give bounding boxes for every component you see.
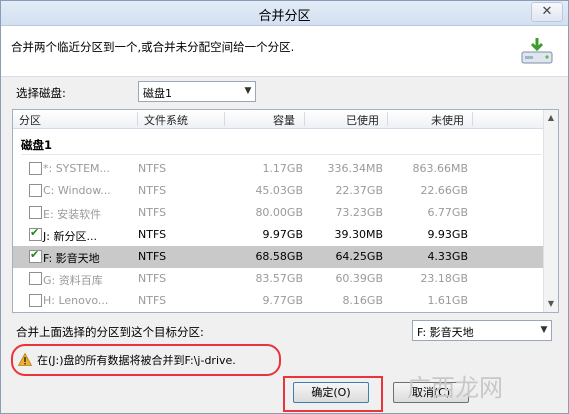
target-partition-value: F: 影音天地 <box>417 326 474 339</box>
ok-button[interactable]: 确定(O) <box>293 382 369 403</box>
warning-text: 在(J:)盘的所有数据将被合并到F:\j-drive. <box>37 354 236 367</box>
cell-capacity: 9.77GB <box>262 294 303 307</box>
window-title: 合并分区 <box>258 9 311 24</box>
cell-name: J: 新分区... <box>43 230 97 243</box>
row-checkbox[interactable] <box>29 206 42 219</box>
cell-used: 73.23GB <box>335 206 383 219</box>
table-header: 分区 文件系统 容量 已使用 未使用 <box>13 110 546 129</box>
cell-free: 9.93GB <box>427 228 468 241</box>
cell-used: 60.39GB <box>335 272 383 285</box>
cell-name: H: Lenovo... <box>43 294 109 307</box>
table-row[interactable]: C: Window... NTFS 45.03GB 22.37GB 22.66GB <box>13 180 546 202</box>
cell-free: 1.61GB <box>427 294 468 307</box>
cell-used: 22.37GB <box>335 184 383 197</box>
column-divider <box>137 112 138 126</box>
disk-select[interactable]: 磁盘1 ▼ <box>138 81 256 102</box>
cell-used: 39.30MB <box>334 228 383 241</box>
cell-fs: NTFS <box>138 228 167 241</box>
table-row[interactable]: E: 安装软件 NTFS 80.00GB 73.23GB 6.77GB <box>13 202 546 224</box>
cell-name: *: SYSTEM... <box>43 162 111 175</box>
warning-icon <box>18 353 32 366</box>
cell-name: E: 安装软件 <box>43 208 102 221</box>
cell-fs: NTFS <box>138 162 167 175</box>
cell-capacity: 9.97GB <box>262 228 303 241</box>
row-checkbox[interactable] <box>29 248 42 263</box>
vertical-scrollbar[interactable]: ▲ ▼ <box>543 110 558 312</box>
cell-name: C: Window... <box>43 184 111 197</box>
cell-used: 64.25GB <box>335 250 383 263</box>
target-partition-label: 合并上面选择的分区到这个目标分区: <box>16 325 204 339</box>
cell-fs: NTFS <box>138 206 167 219</box>
chevron-down-icon: ▼ <box>244 86 252 96</box>
cell-free: 4.33GB <box>427 250 468 263</box>
cell-capacity: 80.00GB <box>255 206 303 219</box>
description-text: 合并两个临近分区到一个,或合并未分配空间给一个分区. <box>11 40 295 54</box>
row-checkbox[interactable] <box>29 162 42 175</box>
cell-capacity: 45.03GB <box>255 184 303 197</box>
description-header: 合并两个临近分区到一个,或合并未分配空间给一个分区. <box>1 26 568 77</box>
table-row[interactable]: J: 新分区... NTFS 9.97GB 39.30MB 9.93GB <box>13 224 546 246</box>
chevron-down-icon: ▼ <box>540 325 548 335</box>
cell-used: 336.34MB <box>327 162 383 175</box>
column-header-filesystem[interactable]: 文件系统 <box>144 112 188 128</box>
column-divider <box>224 112 225 126</box>
column-divider <box>387 112 388 126</box>
column-divider <box>472 112 473 126</box>
cell-capacity: 68.58GB <box>255 250 303 263</box>
row-checkbox[interactable] <box>29 294 42 307</box>
column-header-used[interactable]: 已使用 <box>346 112 379 128</box>
cell-used: 8.16GB <box>342 294 383 307</box>
row-checkbox[interactable] <box>29 226 42 241</box>
row-checkbox[interactable] <box>29 184 42 197</box>
disk-select-label: 选择磁盘: <box>16 86 66 100</box>
cell-fs: NTFS <box>138 272 167 285</box>
cell-name: G: 资料百库 <box>43 274 103 287</box>
table-row[interactable]: F: 影音天地 NTFS 68.58GB 64.25GB 4.33GB <box>13 246 546 268</box>
watermark: 广西龙网 <box>407 374 503 402</box>
table-row[interactable]: *: SYSTEM... NTFS 1.17GB 336.34MB 863.66MB <box>13 158 546 180</box>
column-header-partition[interactable]: 分区 <box>19 112 41 128</box>
partition-table: 分区 文件系统 容量 已使用 未使用 磁盘1 *: SYSTEM... NTFS 1… <box>12 109 559 313</box>
column-header-capacity[interactable]: 容量 <box>273 112 295 128</box>
disk-group-label: 磁盘1 <box>21 138 53 152</box>
merge-partition-dialog: 合并分区 ✕ 合并两个临近分区到一个,或合并未分配空间给一个分区. 选择磁盘: … <box>0 0 569 414</box>
cell-name: F: 影音天地 <box>43 252 100 265</box>
cell-free: 6.77GB <box>427 206 468 219</box>
column-header-free[interactable]: 未使用 <box>431 112 464 128</box>
title-bar: 合并分区 ✕ <box>1 1 568 26</box>
cell-free: 22.66GB <box>420 184 468 197</box>
divider <box>21 154 541 155</box>
table-row[interactable]: H: Lenovo... NTFS 9.77GB 8.16GB 1.61GB <box>13 290 546 312</box>
table-row[interactable]: G: 资料百库 NTFS 83.57GB 60.39GB 23.18GB <box>13 268 546 290</box>
column-divider <box>304 112 305 126</box>
cell-fs: NTFS <box>138 184 167 197</box>
target-partition-select[interactable]: F: 影音天地 ▼ <box>412 320 552 341</box>
scroll-up-icon[interactable]: ▲ <box>545 111 557 125</box>
row-checkbox[interactable] <box>29 272 42 285</box>
scroll-down-icon[interactable]: ▼ <box>545 297 557 311</box>
disk-merge-icon <box>521 38 553 64</box>
cell-free: 23.18GB <box>420 272 468 285</box>
disk-select-value: 磁盘1 <box>143 87 172 100</box>
cell-fs: NTFS <box>138 250 167 263</box>
cell-capacity: 1.17GB <box>262 162 303 175</box>
warning-callout: 在(J:)盘的所有数据将被合并到F:\j-drive. <box>11 344 281 376</box>
close-button[interactable]: ✕ <box>531 2 563 22</box>
cell-fs: NTFS <box>138 294 167 307</box>
cell-capacity: 83.57GB <box>255 272 303 285</box>
cell-free: 863.66MB <box>412 162 468 175</box>
